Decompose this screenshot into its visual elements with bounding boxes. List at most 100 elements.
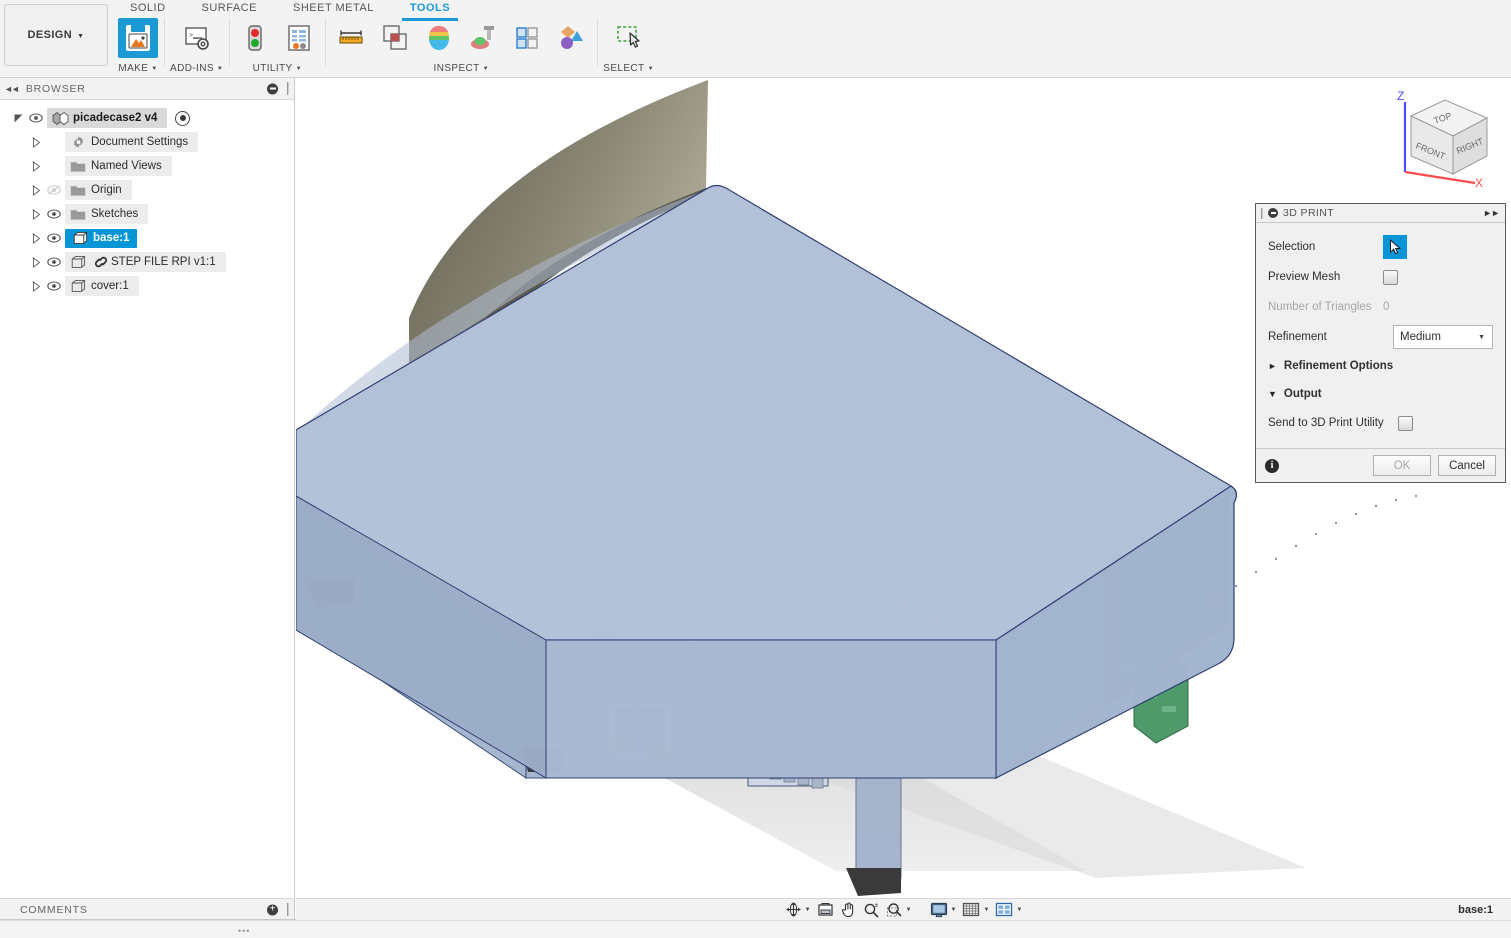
visibility-eye-icon[interactable] (43, 209, 65, 219)
tree-item-origin[interactable]: Origin (0, 178, 294, 202)
look-at-icon[interactable] (814, 900, 837, 920)
display-settings-icon[interactable]: ▼ (927, 900, 960, 920)
viewport-layout-icon[interactable]: ▼ (992, 900, 1025, 920)
expander-collapsed-icon[interactable] (30, 136, 43, 149)
cursor-arrow-icon (1389, 239, 1401, 255)
expander-collapsed-icon[interactable] (30, 280, 43, 293)
expander-collapsed-icon[interactable] (30, 232, 43, 245)
ribbon-group-make-label[interactable]: MAKE ▼ (118, 63, 157, 76)
visibility-eye-icon[interactable] (25, 113, 47, 123)
document-audit-icon[interactable] (279, 18, 319, 58)
grid-and-snaps-icon[interactable]: ▼ (959, 900, 992, 920)
refinement-label: Refinement (1268, 331, 1327, 343)
tree-item-step-file-rpi[interactable]: STEP FILE RPI v1:1 (0, 250, 294, 274)
pan-icon[interactable] (837, 900, 860, 920)
visibility-eye-icon[interactable] (43, 281, 65, 291)
info-icon[interactable]: i (1265, 458, 1279, 473)
orbit-icon[interactable]: ▼ (782, 900, 814, 920)
section-label: Refinement Options (1283, 360, 1394, 372)
chevron-down-icon: ▼ (1016, 906, 1023, 913)
browser-tree: picadecase2 v4 Document Settings Named V… (0, 100, 294, 298)
dialog-grip[interactable] (1261, 207, 1263, 219)
folder-icon (65, 160, 91, 173)
3d-print-icon[interactable] (118, 18, 158, 58)
preview-mesh-checkbox[interactable] (1383, 269, 1398, 285)
expander-collapsed-icon[interactable] (30, 160, 43, 173)
chevron-down-icon: ▼ (77, 32, 85, 40)
z-axis-label: Z (1397, 89, 1404, 103)
zoom-icon[interactable]: ± (860, 900, 883, 920)
svg-text:±: ± (874, 902, 878, 909)
tree-item-label: STEP FILE RPI v1:1 (111, 256, 216, 268)
tab-label: TOOLS (409, 2, 451, 14)
minimize-icon[interactable] (267, 83, 278, 94)
select-window-icon[interactable] (609, 18, 649, 58)
scripts-and-addins-icon[interactable]: >_ (177, 18, 217, 58)
measure-icon[interactable] (331, 18, 371, 58)
cancel-button[interactable]: Cancel (1438, 455, 1496, 476)
tree-item-named-views[interactable]: Named Views (0, 154, 294, 178)
chevron-down-icon: ▼ (647, 66, 654, 72)
comments-panel: COMMENTS + (0, 898, 295, 920)
expander-expanded-icon[interactable] (12, 112, 25, 125)
collapse-left-icon[interactable]: ◄◄ (4, 84, 20, 94)
refinement-select[interactable]: Medium ▼ (1393, 325, 1493, 349)
minimize-icon[interactable] (1268, 208, 1278, 218)
expander-collapsed-icon[interactable] (30, 208, 43, 221)
triangle-right-icon: ► (1268, 361, 1277, 371)
tree-item-sketches[interactable]: Sketches (0, 202, 294, 226)
ribbon-group-addins: >_ ADD-INS ▼ (164, 16, 229, 76)
active-component-status: base:1 (1458, 903, 1493, 916)
add-comment-icon[interactable]: + (267, 904, 278, 915)
dialog-header[interactable]: 3D PRINT ►► (1256, 204, 1505, 223)
panel-grip[interactable] (287, 903, 289, 916)
ribbon-group-select: SELECT ▼ (597, 16, 660, 76)
zebra-analysis-icon[interactable] (463, 18, 503, 58)
curvature-comb-icon[interactable] (419, 18, 459, 58)
tree-item-cover[interactable]: cover:1 (0, 274, 294, 298)
visibility-eye-icon[interactable] (43, 257, 65, 267)
ribbon-group-utility-label[interactable]: UTILITY ▼ (253, 63, 302, 76)
ribbon-group-select-label[interactable]: SELECT ▼ (603, 63, 654, 76)
3d-print-dialog: 3D PRINT ►► Selection Preview Mesh Numbe… (1255, 203, 1506, 483)
component-color-toggle-icon[interactable] (551, 18, 591, 58)
row-send-to-3d-print-utility: Send to 3D Print Utility (1256, 408, 1505, 438)
status-bar: ••• (0, 920, 1511, 938)
activate-component-radio[interactable] (175, 110, 191, 126)
tree-item-document-settings[interactable]: Document Settings (0, 130, 294, 154)
interference-icon[interactable] (375, 18, 415, 58)
zoom-window-icon[interactable]: ▼ (883, 900, 915, 920)
section-analysis-icon[interactable] (507, 18, 547, 58)
row-number-of-triangles: Number of Triangles 0 (1256, 292, 1505, 322)
panel-grip[interactable] (287, 82, 289, 95)
expander-collapsed-icon[interactable] (30, 256, 43, 269)
tree-item-base[interactable]: base:1 (0, 226, 294, 250)
visibility-eye-icon[interactable] (43, 233, 65, 243)
comments-title: COMMENTS (20, 903, 88, 916)
tree-item-label: Origin (91, 184, 122, 196)
ribbon-group-inspect-label[interactable]: INSPECT ▼ (434, 63, 489, 76)
expand-right-icon[interactable]: ►► (1483, 208, 1500, 218)
send-to-3d-print-utility-label: Send to 3D Print Utility (1268, 417, 1384, 429)
section-output[interactable]: ▼ Output (1256, 380, 1505, 408)
tree-item-label: Document Settings (91, 136, 189, 148)
chevron-down-icon: ▼ (950, 906, 957, 913)
ok-button[interactable]: OK (1373, 455, 1431, 476)
tab-label: SURFACE (201, 2, 257, 14)
component-icon (47, 111, 73, 126)
view-cube[interactable]: Z X TOP FRONT RIGHT (1383, 86, 1503, 191)
visibility-eye-off-icon[interactable] (43, 185, 65, 195)
send-to-3d-print-utility-checkbox[interactable] (1397, 415, 1413, 431)
selection-button[interactable] (1383, 235, 1407, 259)
compute-all-icon[interactable] (235, 18, 275, 58)
expander-collapsed-icon[interactable] (30, 184, 43, 197)
tree-item-label: cover:1 (91, 280, 129, 292)
chevron-down-icon: ▼ (905, 906, 912, 913)
linked-reference-icon (91, 255, 111, 269)
tree-item-picadecase2[interactable]: picadecase2 v4 (0, 106, 294, 130)
3d-viewport[interactable]: Z X TOP FRONT RIGHT (296, 78, 1511, 898)
number-of-triangles-value: 0 (1383, 301, 1390, 313)
ribbon-group-addins-label[interactable]: ADD-INS ▼ (170, 63, 223, 76)
workspace-switcher-button[interactable]: DESIGN ▼ (4, 4, 108, 66)
section-refinement-options[interactable]: ► Refinement Options (1256, 352, 1505, 380)
